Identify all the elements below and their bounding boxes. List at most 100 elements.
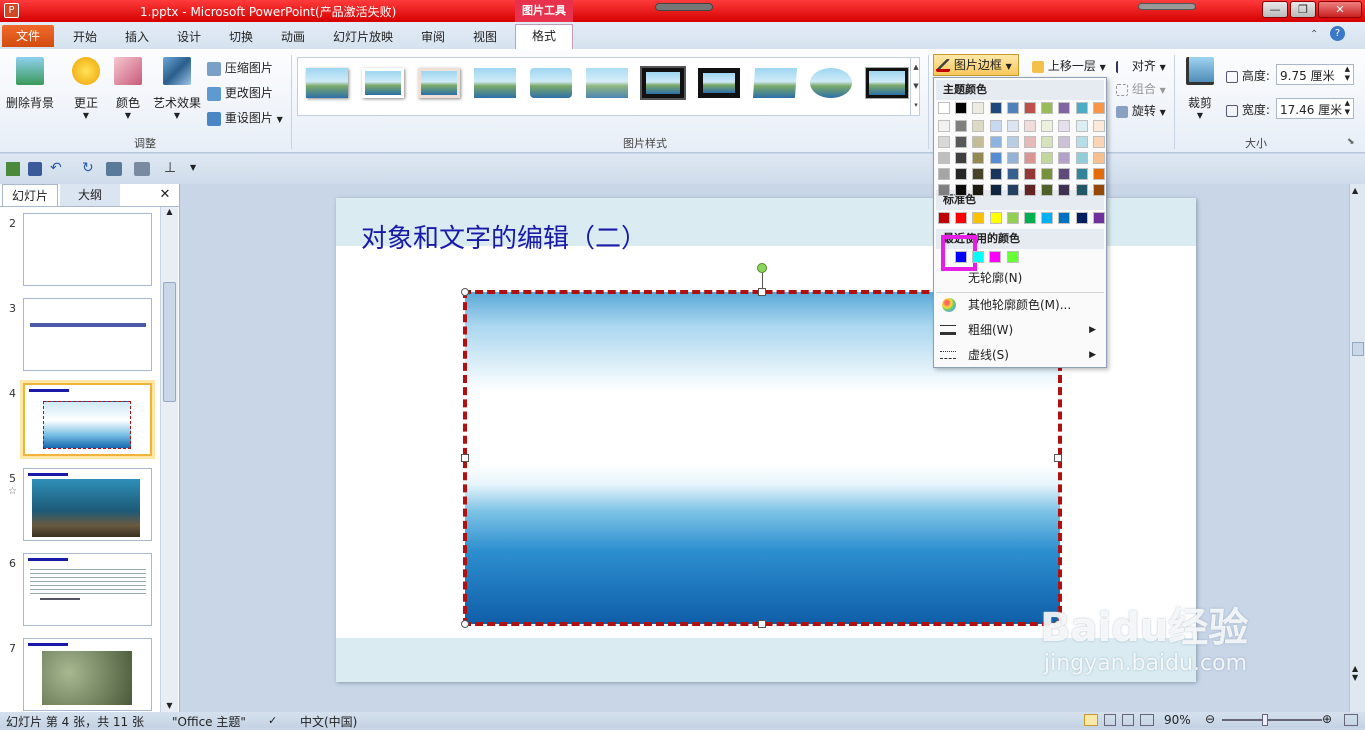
powerpoint-logo-icon[interactable]: P: [4, 3, 19, 18]
theme-shade-swatch[interactable]: [955, 152, 967, 164]
theme-shade-swatch[interactable]: [990, 136, 1002, 148]
minimize-button[interactable]: —: [1262, 1, 1288, 18]
theme-shade-swatch[interactable]: [1076, 184, 1088, 196]
resize-handle-right[interactable]: [1054, 454, 1062, 462]
theme-shade-swatch[interactable]: [1076, 136, 1088, 148]
tab-review[interactable]: 审阅: [410, 26, 456, 48]
theme-shade-swatch[interactable]: [1024, 168, 1036, 180]
zoom-out-icon[interactable]: ⊖: [1205, 712, 1215, 726]
theme-shade-swatch[interactable]: [955, 120, 967, 132]
remove-background-button[interactable]: 删除背景: [4, 57, 56, 111]
picture-style-3[interactable]: [418, 68, 460, 98]
gallery-scroll[interactable]: ▲ ▼ ▾: [910, 58, 921, 116]
reading-view-icon[interactable]: [1122, 714, 1134, 726]
theme-shade-swatch[interactable]: [972, 152, 984, 164]
theme-shade-swatch[interactable]: [1007, 168, 1019, 180]
slide-thumbnail-4[interactable]: [23, 383, 152, 456]
theme-shade-swatch[interactable]: [1024, 136, 1036, 148]
theme-shade-swatch[interactable]: [1007, 120, 1019, 132]
theme-shade-swatch[interactable]: [938, 168, 950, 180]
picture-style-2[interactable]: [362, 68, 404, 98]
theme-shade-swatch[interactable]: [938, 136, 950, 148]
theme-shade-swatch[interactable]: [972, 184, 984, 196]
ribbon-collapse-icon[interactable]: ⌃: [1310, 29, 1318, 40]
theme-color-swatch[interactable]: [955, 102, 967, 114]
theme-shade-swatch[interactable]: [1041, 184, 1053, 196]
tab-format[interactable]: 格式: [515, 24, 573, 49]
save-icon[interactable]: [28, 162, 42, 176]
picture-style-11[interactable]: [865, 67, 909, 99]
slide-thumbnail-6[interactable]: [23, 553, 152, 626]
compress-pictures-button[interactable]: 压缩图片: [207, 59, 273, 76]
theme-shade-swatch[interactable]: [1041, 168, 1053, 180]
theme-color-swatch[interactable]: [1058, 102, 1070, 114]
picture-style-7[interactable]: [640, 66, 686, 100]
theme-shade-swatch[interactable]: [1041, 120, 1053, 132]
slide-sorter-icon[interactable]: [1104, 714, 1116, 726]
standard-color-swatch[interactable]: [1058, 212, 1070, 224]
theme-shade-swatch[interactable]: [1007, 184, 1019, 196]
reset-picture-button[interactable]: 重设图片 ▼: [207, 109, 283, 126]
theme-shade-swatch[interactable]: [990, 120, 1002, 132]
bring-forward-button[interactable]: 上移一层 ▼: [1032, 57, 1106, 74]
tab-insert[interactable]: 插入: [114, 26, 160, 48]
theme-shade-swatch[interactable]: [938, 184, 950, 196]
tab-design[interactable]: 设计: [166, 26, 212, 48]
resize-handle-top-left[interactable]: [461, 288, 469, 296]
theme-shade-swatch[interactable]: [972, 168, 984, 180]
width-input[interactable]: 17.46 厘米 ▲ ▼: [1276, 98, 1354, 119]
color-button[interactable]: 颜色 ▼: [110, 57, 146, 120]
zoom-slider[interactable]: [1222, 719, 1322, 721]
theme-shade-swatch[interactable]: [1093, 120, 1105, 132]
standard-color-swatch[interactable]: [1007, 212, 1019, 224]
zoom-slider-thumb[interactable]: [1262, 714, 1268, 726]
help-icon[interactable]: ?: [1330, 26, 1345, 41]
theme-shade-swatch[interactable]: [955, 168, 967, 180]
theme-shade-swatch[interactable]: [1024, 120, 1036, 132]
theme-shade-swatch[interactable]: [955, 184, 967, 196]
crop-button[interactable]: 裁剪 ▼: [1182, 57, 1218, 120]
height-input[interactable]: 9.75 厘米 ▲ ▼: [1276, 64, 1354, 85]
quick-access-icon-7[interactable]: ⊥: [164, 160, 176, 176]
theme-shade-swatch[interactable]: [938, 152, 950, 164]
recent-color-swatch[interactable]: [955, 251, 967, 263]
theme-shade-swatch[interactable]: [1058, 152, 1070, 164]
theme-shade-swatch[interactable]: [990, 184, 1002, 196]
tab-animations[interactable]: 动画: [270, 26, 316, 48]
theme-shade-swatch[interactable]: [1024, 152, 1036, 164]
zoom-in-icon[interactable]: ⊕: [1322, 712, 1332, 726]
tab-home[interactable]: 开始: [62, 26, 108, 48]
recent-color-swatch[interactable]: [989, 251, 1001, 263]
picture-border-button[interactable]: 图片边框 ▼: [933, 54, 1019, 76]
theme-shade-swatch[interactable]: [1024, 184, 1036, 196]
theme-shade-swatch[interactable]: [1076, 120, 1088, 132]
more-outline-colors-item[interactable]: 其他轮廓颜色(M)...: [934, 293, 1106, 317]
picture-style-1[interactable]: [306, 68, 348, 98]
theme-shade-swatch[interactable]: [1058, 184, 1070, 196]
theme-shade-swatch[interactable]: [990, 168, 1002, 180]
theme-shade-swatch[interactable]: [1093, 136, 1105, 148]
theme-color-swatch[interactable]: [1024, 102, 1036, 114]
picture-style-9[interactable]: [752, 68, 798, 98]
theme-shade-swatch[interactable]: [955, 136, 967, 148]
spellcheck-icon[interactable]: ✓: [268, 714, 277, 727]
theme-shade-swatch[interactable]: [1093, 168, 1105, 180]
theme-shade-swatch[interactable]: [1041, 152, 1053, 164]
theme-color-swatch[interactable]: [1007, 102, 1019, 114]
theme-shade-swatch[interactable]: [1093, 184, 1105, 196]
tab-transitions[interactable]: 切换: [218, 26, 264, 48]
tab-outline[interactable]: 大纲: [60, 184, 120, 206]
tab-slides[interactable]: 幻灯片: [2, 184, 58, 206]
customize-qat-icon[interactable]: ▼: [190, 163, 196, 172]
weight-item[interactable]: 粗细(W) ▶: [934, 318, 1106, 342]
tab-view[interactable]: 视图: [462, 26, 508, 48]
theme-color-swatch[interactable]: [990, 102, 1002, 114]
picture-style-4[interactable]: [474, 68, 516, 98]
tab-slideshow[interactable]: 幻灯片放映: [322, 26, 404, 48]
standard-color-swatch[interactable]: [990, 212, 1002, 224]
theme-shade-swatch[interactable]: [1058, 120, 1070, 132]
slideshow-view-icon[interactable]: [1140, 714, 1154, 726]
slide-thumbnail-7[interactable]: [23, 638, 152, 711]
corrections-button[interactable]: 更正 ▼: [66, 57, 106, 120]
theme-shade-swatch[interactable]: [1041, 136, 1053, 148]
